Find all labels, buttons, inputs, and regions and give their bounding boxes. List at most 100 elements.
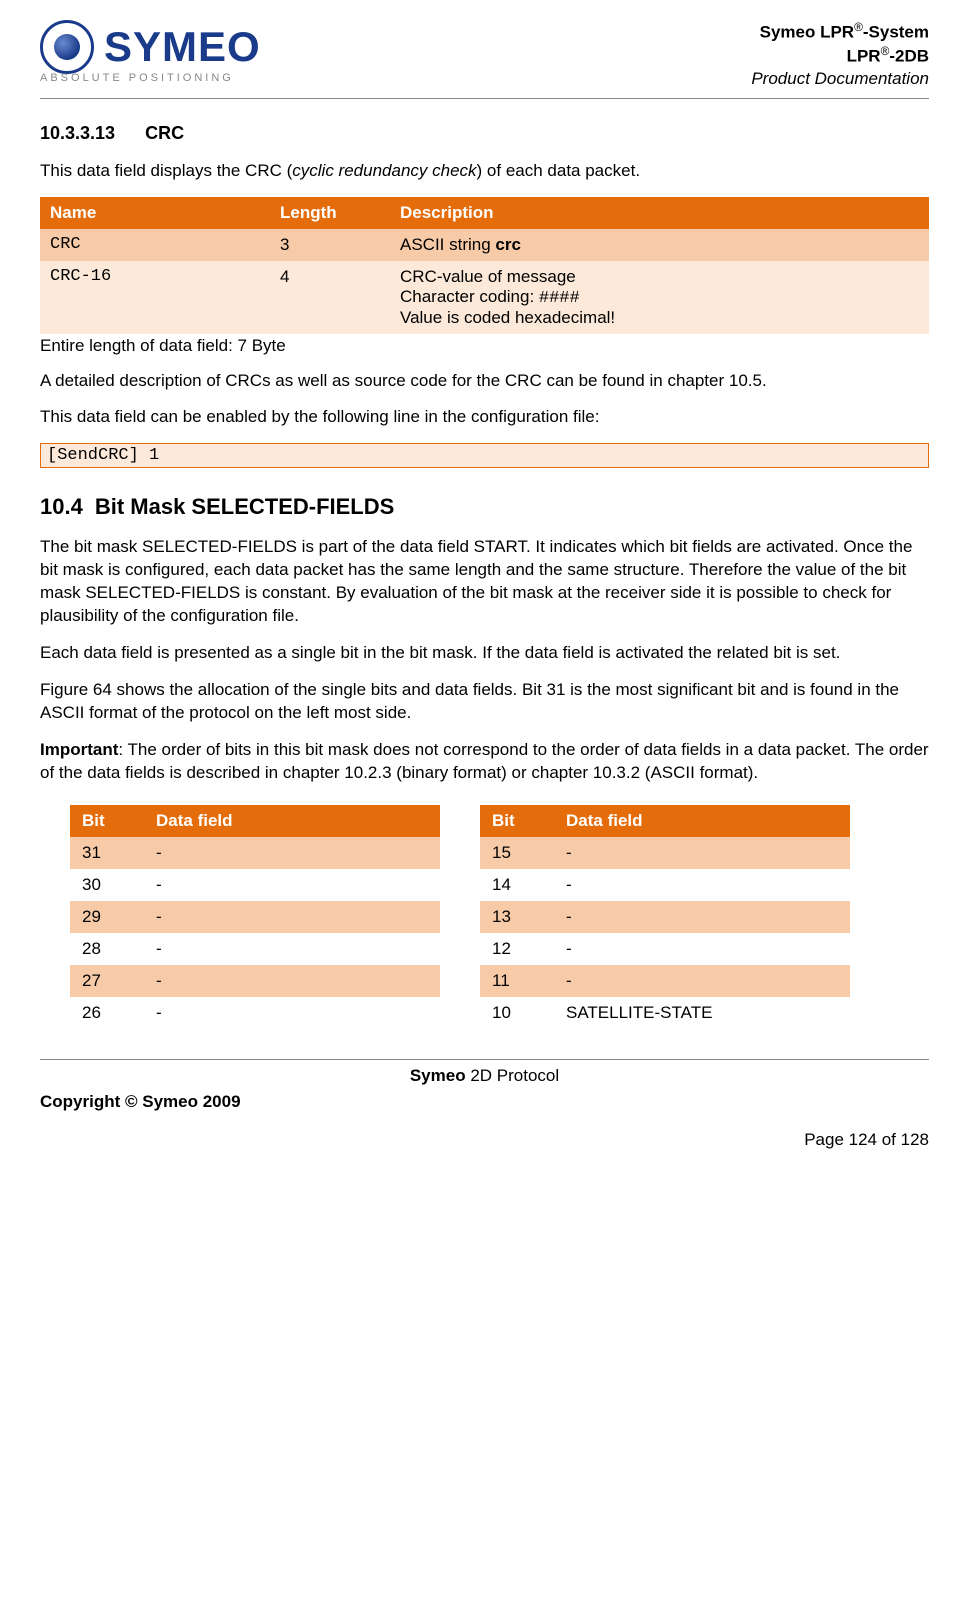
cell-length: 4 xyxy=(270,261,390,334)
cell-bit: 26 xyxy=(70,997,144,1029)
bitmask-p3: Figure 64 shows the allocation of the si… xyxy=(40,679,929,725)
section-heading-bitmask: 10.4 Bit Mask SELECTED-FIELDS xyxy=(40,494,929,520)
logo-text: SYMEO xyxy=(104,23,261,71)
cell-field: SATELLITE-STATE xyxy=(554,997,850,1029)
table-row: 29- xyxy=(70,901,440,933)
bitmask-p4: Important: The order of bits in this bit… xyxy=(40,739,929,785)
table-row: 15- xyxy=(480,837,850,869)
footer-center: Symeo 2D Protocol xyxy=(40,1066,929,1086)
desc-line1: CRC-value of message xyxy=(400,267,919,287)
bit-table-left: Bit Data field 31- 30- 29- 28- 27- 26- xyxy=(70,805,440,1029)
crc-intro: This data field displays the CRC (cyclic… xyxy=(40,160,929,183)
cell-field: - xyxy=(554,837,850,869)
crc-intro-a: This data field displays the CRC ( xyxy=(40,161,292,180)
table-row: 13- xyxy=(480,901,850,933)
bit-table-right: Bit Data field 15- 14- 13- 12- 11- 10SAT… xyxy=(480,805,850,1029)
cell-bit: 28 xyxy=(70,933,144,965)
cell-bit: 12 xyxy=(480,933,554,965)
cell-bit: 31 xyxy=(70,837,144,869)
table-row: 30- xyxy=(70,869,440,901)
table-row: 10SATELLITE-STATE xyxy=(480,997,850,1029)
bitmask-p2: Each data field is presented as a single… xyxy=(40,642,929,665)
page-footer: Symeo 2D Protocol Copyright © Symeo 2009… xyxy=(40,1059,929,1150)
logo-icon xyxy=(40,20,94,74)
section-number: 10.3.3.13 xyxy=(40,123,115,144)
table-row: 27- xyxy=(70,965,440,997)
cell-field: - xyxy=(554,933,850,965)
table-row: 11- xyxy=(480,965,850,997)
bit-tables-container: Bit Data field 31- 30- 29- 28- 27- 26- B… xyxy=(70,805,899,1029)
cell-length: 3 xyxy=(270,229,390,261)
desc-bold: crc xyxy=(495,235,521,254)
cell-field: - xyxy=(144,869,440,901)
desc-line2b: #### xyxy=(539,289,580,308)
cell-name: CRC xyxy=(40,229,270,261)
th-length: Length xyxy=(270,197,390,229)
cell-field: - xyxy=(144,965,440,997)
header-line2b: -2DB xyxy=(889,46,929,65)
table-row: 28- xyxy=(70,933,440,965)
cell-bit: 10 xyxy=(480,997,554,1029)
cell-bit: 15 xyxy=(480,837,554,869)
entire-length-line: Entire length of data field: 7 Byte xyxy=(40,336,929,356)
cell-bit: 30 xyxy=(70,869,144,901)
crc-intro-b: cyclic redundancy check xyxy=(292,161,476,180)
cell-field: - xyxy=(144,837,440,869)
th-bit: Bit xyxy=(70,805,144,837)
table-row: 12- xyxy=(480,933,850,965)
crc-intro-c: ) of each data packet. xyxy=(477,161,641,180)
crc-fields-table: Name Length Description CRC 3 ASCII stri… xyxy=(40,197,929,334)
cell-field: - xyxy=(144,901,440,933)
section104-num: 10.4 xyxy=(40,494,83,520)
table-row: CRC-16 4 CRC-value of message Character … xyxy=(40,261,929,334)
th-name: Name xyxy=(40,197,270,229)
desc-line3: Value is coded hexadecimal! xyxy=(400,308,919,328)
cell-bit: 11 xyxy=(480,965,554,997)
cell-bit: 13 xyxy=(480,901,554,933)
cell-desc: ASCII string crc xyxy=(390,229,929,261)
bitmask-p4-bold: Important xyxy=(40,740,118,759)
table-row: CRC 3 ASCII string crc xyxy=(40,229,929,261)
header-line1b: -System xyxy=(863,23,929,42)
th-datafield: Data field xyxy=(144,805,440,837)
cell-desc: CRC-value of message Character coding: #… xyxy=(390,261,929,334)
header-line3: Product Documentation xyxy=(751,68,929,90)
section104-title: Bit Mask SELECTED-FIELDS xyxy=(95,494,394,519)
header-line1a: Symeo LPR xyxy=(760,23,854,42)
footer-center-bold: Symeo xyxy=(410,1066,466,1085)
th-bit: Bit xyxy=(480,805,554,837)
header-sup2: ® xyxy=(881,44,890,58)
section-heading-crc: 10.3.3.13 CRC xyxy=(40,123,929,144)
logo-subtitle: ABSOLUTE POSITIONING xyxy=(40,72,261,84)
logo-block: SYMEO ABSOLUTE POSITIONING xyxy=(40,20,261,84)
desc-line2a: Character coding: xyxy=(400,287,539,306)
table-row: 31- xyxy=(70,837,440,869)
th-datafield: Data field xyxy=(554,805,850,837)
desc-pre: ASCII string xyxy=(400,235,495,254)
bitmask-p4-rest: : The order of bits in this bit mask doe… xyxy=(40,740,929,782)
th-desc: Description xyxy=(390,197,929,229)
cell-bit: 29 xyxy=(70,901,144,933)
crc-detail-para: A detailed description of CRCs as well a… xyxy=(40,370,929,393)
footer-center-rest: 2D Protocol xyxy=(466,1066,560,1085)
cell-field: - xyxy=(554,965,850,997)
cell-field: - xyxy=(144,997,440,1029)
bitmask-p1: The bit mask SELECTED-FIELDS is part of … xyxy=(40,536,929,628)
config-line: [SendCRC] 1 xyxy=(40,443,929,468)
cell-field: - xyxy=(144,933,440,965)
footer-page-number: Page 124 of 128 xyxy=(40,1130,929,1150)
cell-field: - xyxy=(554,901,850,933)
cell-bit: 14 xyxy=(480,869,554,901)
section-title: CRC xyxy=(145,123,184,143)
cell-bit: 27 xyxy=(70,965,144,997)
header-line2a: LPR xyxy=(847,46,881,65)
header-doc-info: Symeo LPR®-System LPR®-2DB Product Docum… xyxy=(751,20,929,90)
table-row: 14- xyxy=(480,869,850,901)
cell-field: - xyxy=(554,869,850,901)
header-sup1: ® xyxy=(854,20,863,34)
page-header: SYMEO ABSOLUTE POSITIONING Symeo LPR®-Sy… xyxy=(40,20,929,99)
crc-config-intro: This data field can be enabled by the fo… xyxy=(40,406,929,429)
table-row: 26- xyxy=(70,997,440,1029)
cell-name: CRC-16 xyxy=(40,261,270,334)
footer-copyright: Copyright © Symeo 2009 xyxy=(40,1092,241,1112)
